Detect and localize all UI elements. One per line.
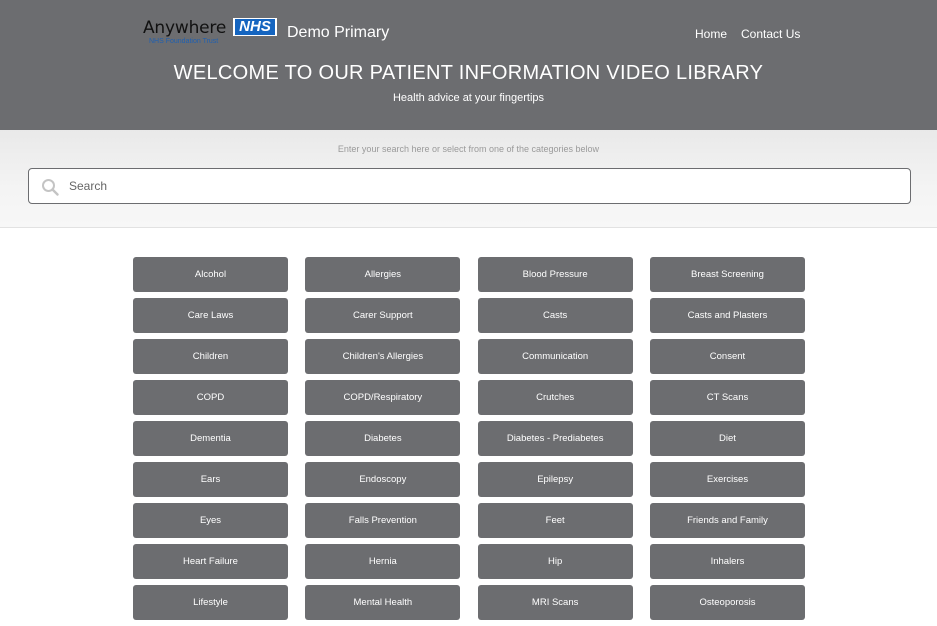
page-tagline: Health advice at your fingertips	[392, 92, 545, 104]
category-button[interactable]: Consent	[649, 339, 805, 374]
category-button[interactable]: Carer Support	[305, 298, 461, 333]
nav-contact-link[interactable]: Contact Us	[741, 27, 800, 41]
category-button[interactable]: Friends and Family	[649, 503, 805, 538]
category-grid: Alcohol Allergies Blood Pressure Breast Scr…	[133, 257, 806, 620]
category-button[interactable]: Diabetes	[305, 421, 461, 456]
category-button[interactable]: MRI Scans	[477, 585, 633, 620]
search-section: Enter your search here or select from on…	[0, 130, 937, 228]
category-button[interactable]: Breast Screening	[649, 257, 805, 292]
category-button[interactable]: Blood Pressure	[477, 257, 633, 292]
category-button[interactable]: Mental Health	[305, 585, 461, 620]
search-icon	[42, 179, 59, 196]
category-button[interactable]: Heart Failure	[133, 544, 288, 579]
search-input[interactable]	[69, 170, 899, 202]
category-button[interactable]: Exercises	[649, 462, 805, 497]
category-button[interactable]: Hernia	[305, 544, 461, 579]
category-button[interactable]: Care Laws	[133, 298, 288, 333]
category-button[interactable]: Inhalers	[649, 544, 805, 579]
category-button[interactable]: Epilepsy	[477, 462, 633, 497]
category-button[interactable]: Dementia	[133, 421, 288, 456]
category-button[interactable]: Diabetes - Prediabetes	[477, 421, 633, 456]
category-button[interactable]: COPD/Respiratory	[305, 380, 461, 415]
category-button[interactable]: Alcohol	[133, 257, 288, 292]
category-button[interactable]: Feet	[477, 503, 633, 538]
logo-word: Anywhere	[143, 18, 227, 38]
category-button[interactable]: Eyes	[133, 503, 288, 538]
nhs-badge: NHS	[233, 18, 277, 36]
page-title: WELCOME TO OUR PATIENT INFORMATION VIDEO…	[173, 62, 764, 84]
search-box[interactable]	[28, 168, 911, 204]
category-button[interactable]: Children	[133, 339, 288, 374]
category-button[interactable]: Falls Prevention	[305, 503, 461, 538]
category-button[interactable]: Communication	[477, 339, 633, 374]
category-button[interactable]: Allergies	[305, 257, 461, 292]
category-button[interactable]: CT Scans	[649, 380, 805, 415]
category-button[interactable]: Osteoporosis	[649, 585, 805, 620]
category-button[interactable]: Endoscopy	[305, 462, 461, 497]
category-button[interactable]: Diet	[649, 421, 805, 456]
category-button[interactable]: Casts	[477, 298, 633, 333]
nav-home-link[interactable]: Home	[695, 27, 727, 41]
category-button[interactable]: Ears	[133, 462, 288, 497]
practice-name: Demo Primary	[287, 24, 390, 41]
category-button[interactable]: Hip	[477, 544, 633, 579]
logo-subtitle: NHS Foundation Trust	[149, 38, 219, 45]
category-button[interactable]: Children's Allergies	[305, 339, 461, 374]
category-button[interactable]: COPD	[133, 380, 288, 415]
search-hint: Enter your search here or select from on…	[337, 144, 600, 154]
site-header: Anywhere NHS NHS Foundation Trust Demo P…	[0, 0, 937, 130]
category-button[interactable]: Casts and Plasters	[649, 298, 805, 333]
category-button[interactable]: Lifestyle	[133, 585, 288, 620]
nhs-logo[interactable]: Anywhere NHS NHS Foundation Trust	[143, 17, 277, 47]
category-button[interactable]: Crutches	[477, 380, 633, 415]
